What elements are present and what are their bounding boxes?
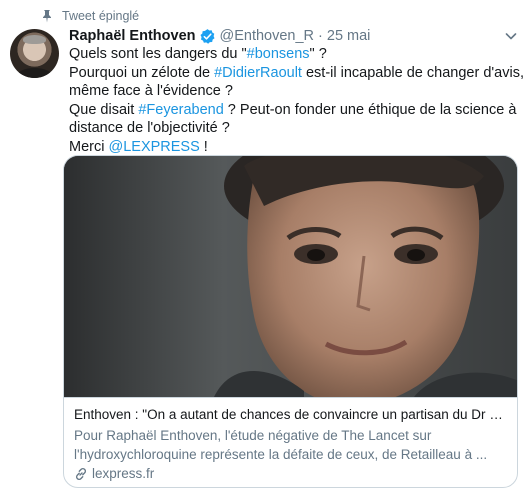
mention-link[interactable]: @LEXPRESS [108,139,199,155]
tweet-line: Quels sont les dangers du "#bonsens" ? [69,46,327,62]
link-icon [75,467,87,481]
tweet-header: Raphaël Enthoven @Enthoven_R · 25 mai [69,27,370,45]
pinned-indicator: Tweet épinglé [40,8,139,24]
tweet-text: Quels sont les dangers du "#bonsens" ? P… [69,45,524,156]
card-title[interactable]: Enthoven : "On a autant de chances de co… [74,406,509,424]
card-description-line: Pour Raphaël Enthoven, l'étude négative … [74,428,432,443]
author-name[interactable]: Raphaël Enthoven [69,27,196,45]
hashtag-link[interactable]: #Feyerabend [138,102,223,118]
author-handle[interactable]: @Enthoven_R [220,27,315,45]
separator-dot: · [318,28,323,44]
tweet-date[interactable]: 25 mai [327,27,371,45]
pin-icon [43,10,51,23]
chevron-down-icon[interactable] [503,28,519,44]
tweet-line: même face à l'évidence ? [69,83,233,99]
pinned-label: Tweet épinglé [62,9,140,23]
card-domain[interactable]: lexpress.fr [74,465,509,483]
link-card[interactable]: Enthoven : "On a autant de chances de co… [63,155,518,488]
verified-badge-icon [199,28,215,44]
card-description: Pour Raphaël Enthoven, l'étude négative … [74,427,509,464]
card-domain-text: lexpress.fr [92,466,155,481]
card-description-line: l'hydroxychloroquine représente la défai… [74,446,488,462]
tweet-line: distance de l'objectivité ? [69,120,230,136]
tweet-line: Pourquoi un zélote de #DidierRaoult est-… [69,64,524,81]
hashtag-link[interactable]: #bonsens [247,46,310,62]
tweet-line: Merci @LEXPRESS ! [69,138,208,155]
avatar[interactable] [10,29,59,78]
card-image[interactable] [64,156,517,397]
hashtag-link[interactable]: #DidierRaoult [214,65,302,81]
tweet-line: Que disait #Feyerabend ? Peut-on fonder … [69,101,517,118]
card-body[interactable]: Enthoven : "On a autant de chances de co… [64,397,517,487]
